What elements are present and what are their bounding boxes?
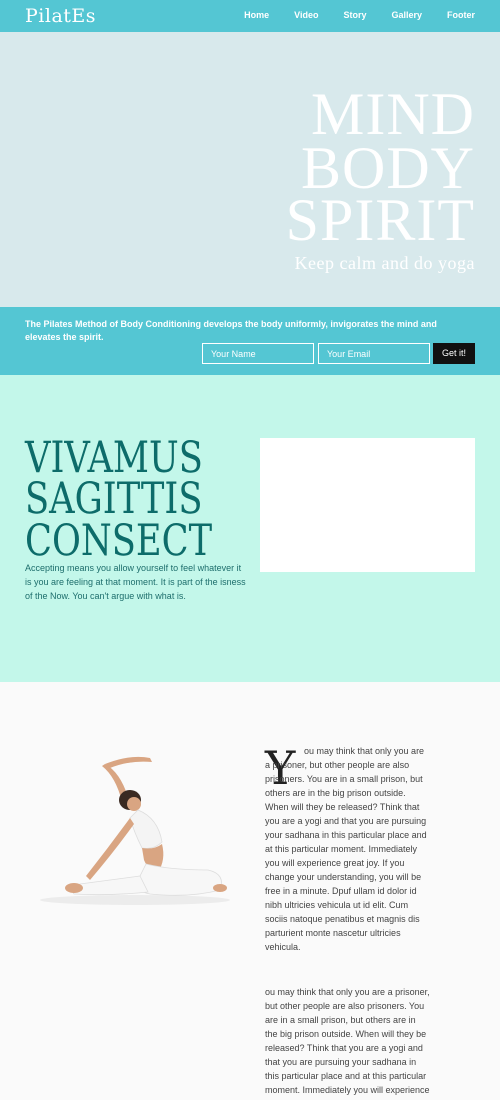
name-input[interactable] [202, 343, 314, 364]
site-logo[interactable]: PilatEs [25, 5, 96, 27]
nav-gallery[interactable]: Gallery [391, 10, 422, 20]
feature-section: VIVAMUS SAGITTIS CONSECT Accepting means… [0, 375, 500, 682]
hero-banner: MIND BODY SPIRIT Keep calm and do yoga [0, 32, 500, 307]
email-input[interactable] [318, 343, 430, 364]
nav-video[interactable]: Video [294, 10, 318, 20]
hero-title-spirit: SPIRIT [285, 187, 475, 253]
main-nav: Home Video Story Gallery Footer [219, 10, 475, 20]
article-paragraph-1: ou may think that only you are a prisone… [265, 746, 427, 952]
get-it-button[interactable]: Get it! [433, 343, 475, 364]
nav-home[interactable]: Home [244, 10, 269, 20]
top-navbar: PilatEs Home Video Story Gallery Footer [0, 0, 500, 32]
yoga-pose-image [40, 756, 230, 905]
hero-tagline: Keep calm and do yoga [294, 253, 475, 273]
article-section: Y ou may think that only you are a priso… [0, 682, 500, 1100]
signup-band: The Pilates Method of Body Conditioning … [0, 307, 500, 375]
feature-heading-line2: SAGITTIS [25, 474, 203, 524]
feature-text: Accepting means you allow yourself to fe… [25, 563, 246, 601]
nav-story[interactable]: Story [343, 10, 366, 20]
signup-description: The Pilates Method of Body Conditioning … [25, 319, 437, 342]
article-paragraph-2: ou may think that only you are a prisone… [265, 987, 430, 1100]
nav-footer[interactable]: Footer [447, 10, 475, 20]
feature-heading-line3: CONSECT [25, 516, 213, 566]
feature-media-box [260, 438, 475, 572]
